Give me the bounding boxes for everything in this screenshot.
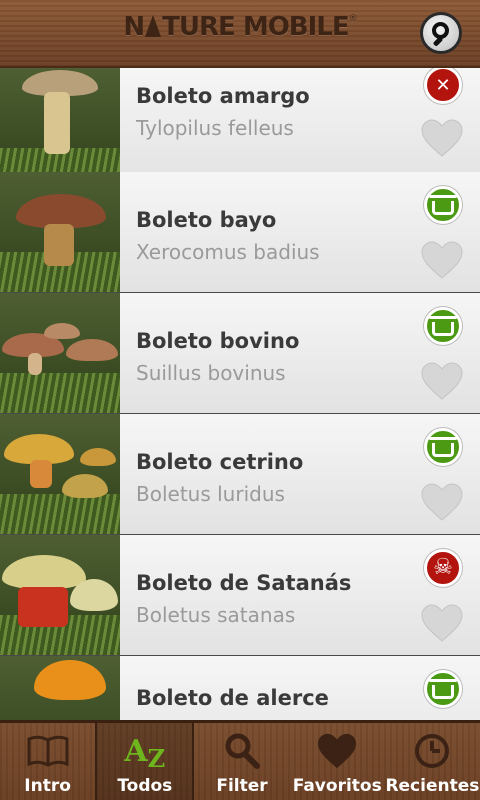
edible-badge bbox=[424, 307, 462, 345]
az-icon: AZ bbox=[124, 733, 166, 773]
latin-name: Xerocomus badius bbox=[136, 240, 320, 264]
favorite-button[interactable] bbox=[420, 361, 464, 401]
common-name: Boleto cetrino bbox=[136, 450, 304, 474]
basket-icon bbox=[429, 437, 457, 457]
app-header: N TURE MOBILE® bbox=[0, 0, 480, 68]
tab-recientes[interactable]: Recientes bbox=[385, 723, 480, 800]
search-icon bbox=[194, 731, 289, 771]
basket-icon bbox=[429, 195, 457, 215]
favorite-button[interactable] bbox=[420, 482, 464, 522]
heart-icon bbox=[421, 604, 463, 642]
mushroom-thumbnail bbox=[0, 656, 120, 720]
heart-icon bbox=[421, 119, 463, 157]
crossed-utensils-icon: ✕ bbox=[435, 74, 451, 96]
mushroom-thumbnail bbox=[0, 172, 120, 292]
list-item[interactable]: Boleto amargo Tylopilus felleus ✕ bbox=[0, 68, 480, 189]
heart-icon bbox=[421, 362, 463, 400]
common-name: Boleto bovino bbox=[136, 329, 300, 353]
edible-badge bbox=[424, 670, 462, 708]
list-item[interactable]: Boleto de alerce bbox=[0, 656, 480, 720]
favorite-button[interactable] bbox=[420, 603, 464, 643]
common-name: Boleto amargo bbox=[136, 84, 310, 108]
heart-icon bbox=[290, 731, 385, 771]
list-item[interactable]: Boleto cetrino Boletus luridus bbox=[0, 414, 480, 535]
bottom-tab-bar: Intro AZ Todos Filter Favoritos Reciente… bbox=[0, 720, 480, 800]
edible-badge bbox=[424, 186, 462, 224]
tab-filter[interactable]: Filter bbox=[194, 723, 289, 800]
book-icon bbox=[0, 731, 95, 771]
clock-icon bbox=[385, 731, 480, 771]
favorite-button[interactable] bbox=[420, 118, 464, 158]
poisonous-badge: ☠ bbox=[424, 549, 462, 587]
nature-mobile-logo: N TURE MOBILE® bbox=[123, 12, 357, 42]
skull-icon: ☠ bbox=[433, 555, 453, 580]
search-button[interactable] bbox=[420, 12, 462, 54]
list-item[interactable]: Boleto bovino Suillus bovinus bbox=[0, 293, 480, 414]
mushroom-thumbnail bbox=[0, 293, 120, 413]
tab-intro[interactable]: Intro bbox=[0, 723, 95, 800]
mushroom-thumbnail bbox=[0, 535, 120, 655]
common-name: Boleto de alerce bbox=[136, 686, 329, 710]
basket-icon bbox=[429, 679, 457, 699]
list-item[interactable]: Boleto bayo Xerocomus badius bbox=[0, 172, 480, 293]
tree-icon bbox=[145, 15, 162, 37]
latin-name: Boletus luridus bbox=[136, 482, 285, 506]
mushroom-thumbnail bbox=[0, 414, 120, 534]
list-item[interactable]: Boleto de Satanás Boletus satanas ☠ bbox=[0, 535, 480, 656]
tab-todos[interactable]: AZ Todos bbox=[95, 723, 195, 800]
mushroom-list[interactable]: Boleto amargo Tylopilus felleus ✕ Boleto… bbox=[0, 68, 480, 720]
favorite-button[interactable] bbox=[420, 240, 464, 280]
heart-icon bbox=[421, 241, 463, 279]
common-name: Boleto de Satanás bbox=[136, 571, 352, 595]
latin-name: Suillus bovinus bbox=[136, 361, 286, 385]
heart-icon bbox=[421, 483, 463, 521]
tab-favoritos[interactable]: Favoritos bbox=[290, 723, 385, 800]
common-name: Boleto bayo bbox=[136, 208, 277, 232]
latin-name: Tylopilus felleus bbox=[136, 116, 294, 140]
mushroom-thumbnail bbox=[0, 68, 120, 188]
basket-icon bbox=[429, 316, 457, 336]
not-edible-badge: ✕ bbox=[424, 68, 462, 104]
latin-name: Boletus satanas bbox=[136, 603, 296, 627]
edible-badge bbox=[424, 428, 462, 466]
